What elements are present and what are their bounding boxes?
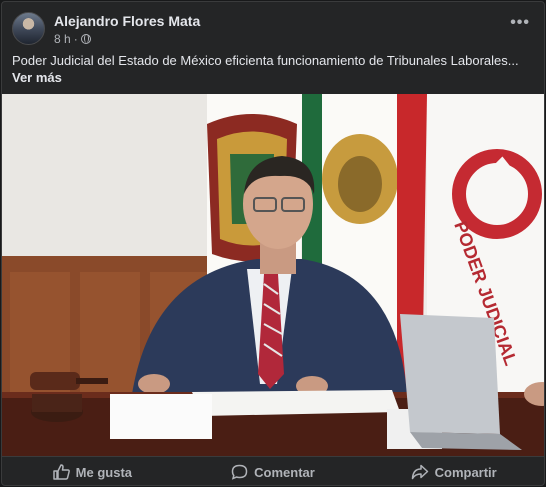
comment-button[interactable]: Comentar (183, 457, 364, 485)
like-label: Me gusta (75, 464, 132, 480)
post-caption: Poder Judicial del Estado de México efic… (12, 52, 522, 86)
author-name[interactable]: Alejandro Flores Mata (54, 13, 200, 29)
share-label: Compartir (434, 464, 497, 480)
share-button[interactable]: Compartir (363, 457, 544, 485)
see-more-link[interactable]: Ver más (12, 70, 62, 85)
caption-text: Poder Judicial del Estado de México efic… (12, 53, 519, 68)
photo-illustration: PODER JUDICIAL (2, 94, 544, 456)
author-avatar[interactable] (12, 12, 45, 45)
like-button[interactable]: Me gusta (2, 457, 183, 485)
facebook-post: Alejandro Flores Mata 8 h · ••• Poder Ju… (1, 1, 545, 486)
post-meta: 8 h · (54, 32, 91, 46)
meta-separator: · (73, 32, 78, 46)
globe-icon (80, 34, 91, 44)
post-photo[interactable]: PODER JUDICIAL (2, 94, 544, 456)
thumbs-up-icon (52, 464, 70, 480)
post-header: Alejandro Flores Mata 8 h · ••• (2, 2, 544, 48)
post-time[interactable]: 8 h (54, 32, 71, 46)
more-options-icon[interactable]: ••• (510, 14, 530, 32)
comment-icon (231, 464, 248, 480)
comment-label: Comentar (254, 464, 315, 480)
share-icon (411, 464, 429, 480)
post-actions-bar: Me gusta Comentar Compartir (2, 456, 544, 485)
